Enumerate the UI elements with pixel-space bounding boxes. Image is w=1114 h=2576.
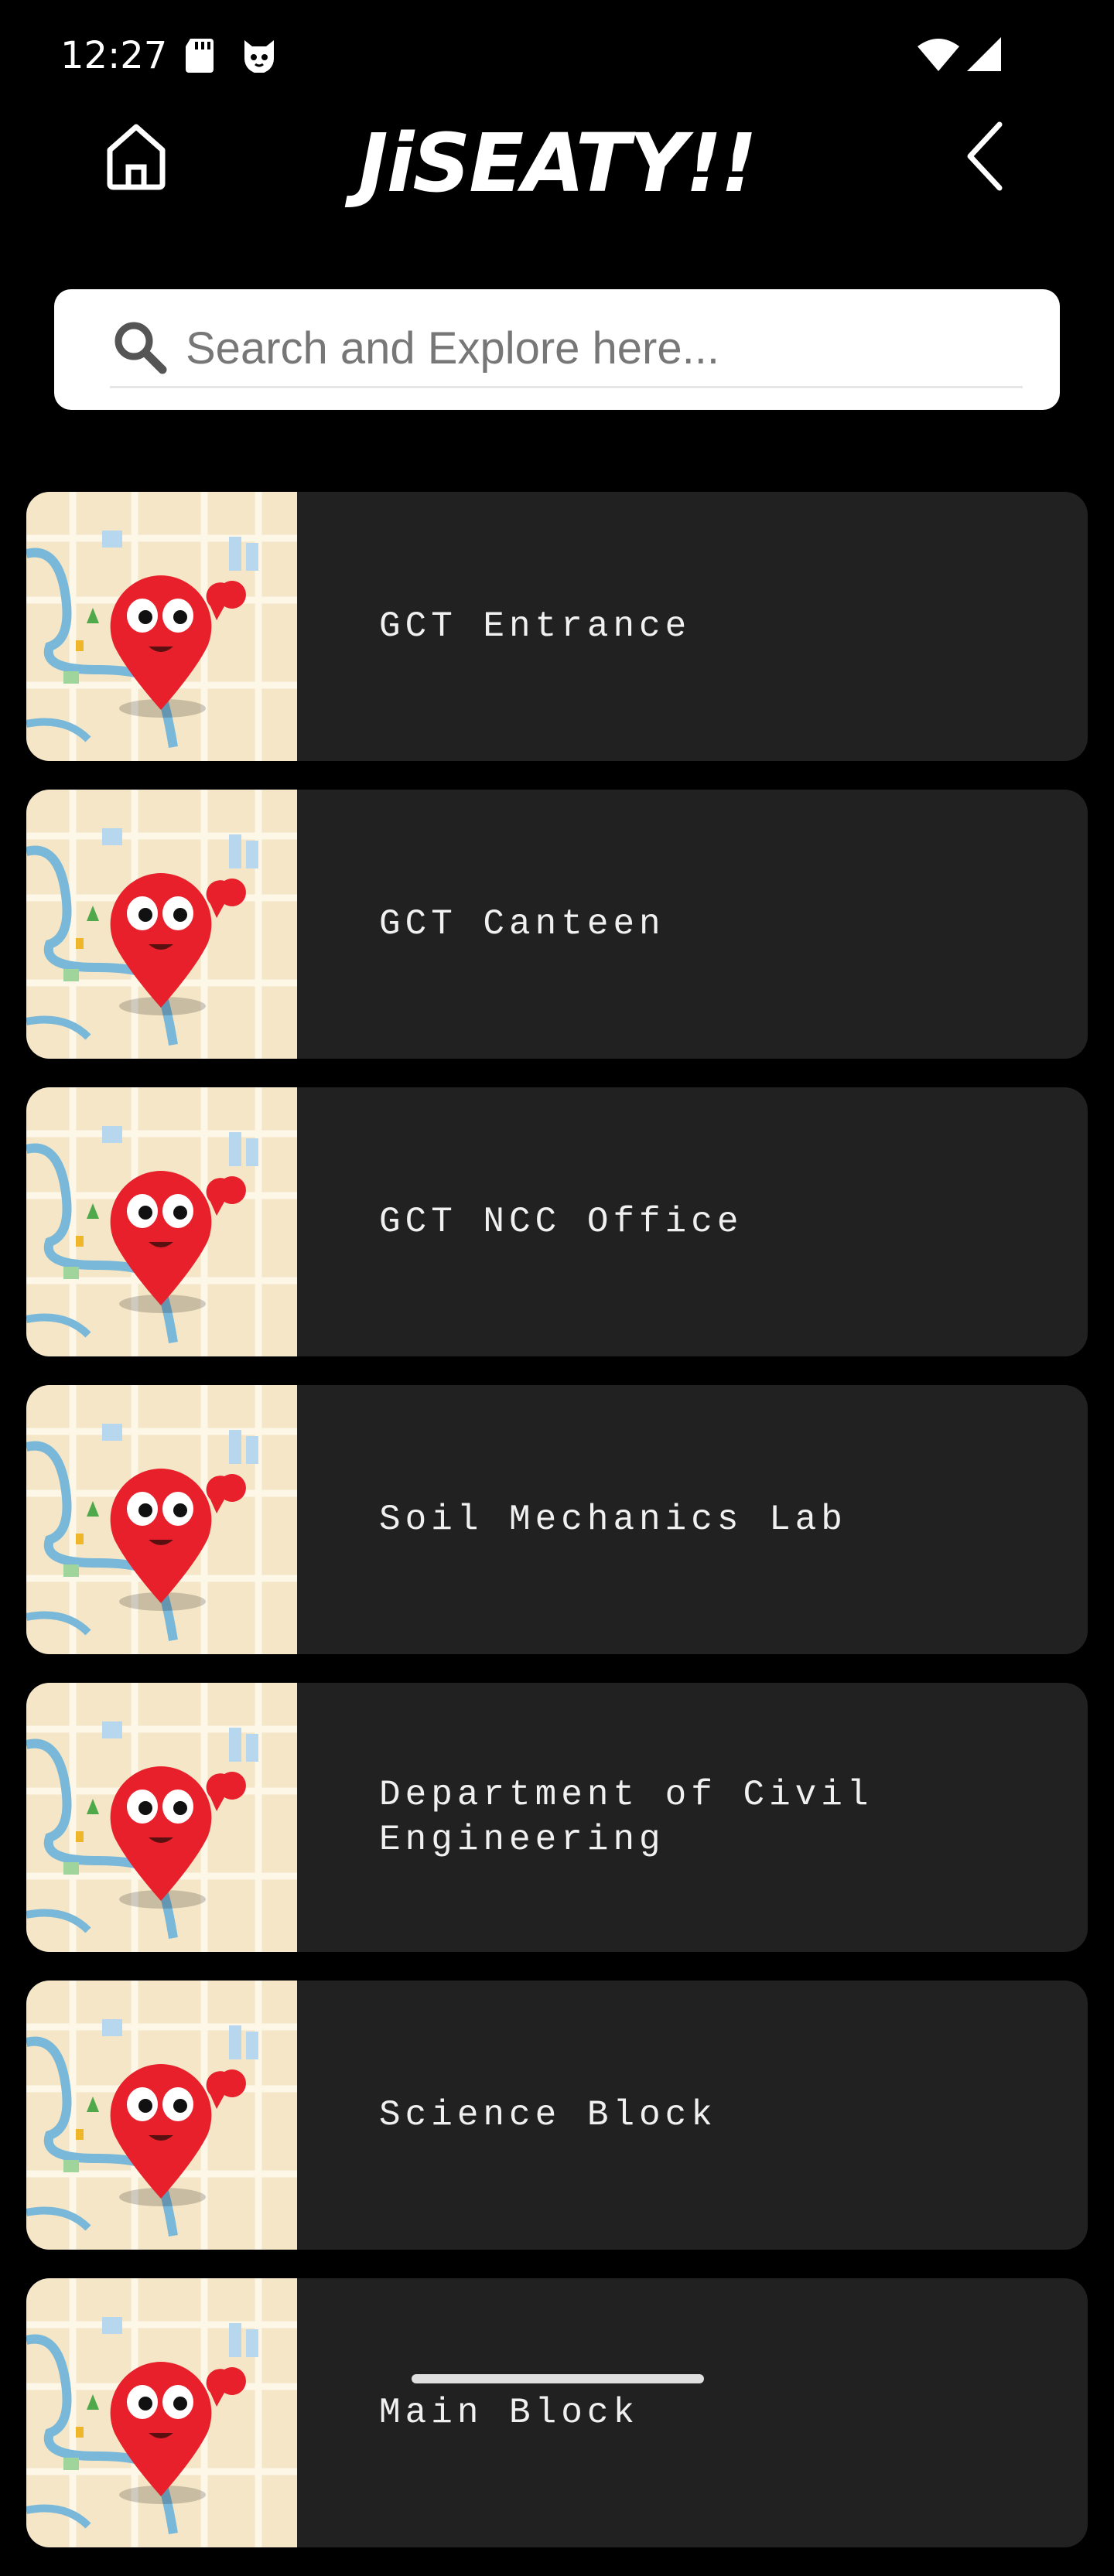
place-card[interactable]: GCT NCC Office: [26, 1087, 1088, 1356]
sd-card-icon: [184, 39, 215, 77]
place-label: Main Block: [379, 2393, 640, 2433]
status-time: 12:27: [60, 34, 168, 77]
map-pin-thumbnail: [26, 2278, 297, 2547]
map-pin-thumbnail: [26, 492, 297, 761]
signal-icon: [967, 37, 1001, 75]
back-button[interactable]: [948, 121, 1023, 195]
place-card[interactable]: GCT Entrance: [26, 492, 1088, 761]
search-bar: [54, 289, 1060, 410]
place-card[interactable]: Science Block: [26, 1981, 1088, 2250]
wifi-icon: [918, 39, 959, 75]
place-label: GCT Canteen: [379, 904, 665, 944]
place-list: GCT Entrance GCT Canteen GCT NCC Office …: [26, 492, 1088, 2576]
place-card[interactable]: GCT Canteen: [26, 790, 1088, 1059]
place-label: Soil Mechanics Lab: [379, 1500, 847, 1540]
place-label: Science Block: [379, 2095, 717, 2135]
gesture-nav-handle[interactable]: [412, 2374, 704, 2383]
place-card[interactable]: Department of Civil Engineering: [26, 1683, 1088, 1952]
map-pin-thumbnail: [26, 790, 297, 1059]
search-input[interactable]: [110, 311, 1023, 388]
cat-icon: [241, 39, 277, 77]
map-pin-thumbnail: [26, 1981, 297, 2250]
map-pin-thumbnail: [26, 1385, 297, 1654]
chevron-left-icon: [962, 121, 1009, 195]
place-label: GCT NCC Office: [379, 1202, 743, 1242]
place-label: GCT Entrance: [379, 606, 692, 647]
map-pin-thumbnail: [26, 1683, 297, 1952]
app-bar: JiSEATY!!: [0, 111, 1114, 210]
place-card[interactable]: Main Block: [26, 2278, 1088, 2547]
app-title: JiSEATY!!: [358, 116, 757, 210]
place-label: Department of Civil Engineering: [379, 1775, 873, 1860]
map-pin-thumbnail: [26, 1087, 297, 1356]
place-card[interactable]: Soil Mechanics Lab: [26, 1385, 1088, 1654]
status-bar: 12:27: [0, 0, 1114, 111]
